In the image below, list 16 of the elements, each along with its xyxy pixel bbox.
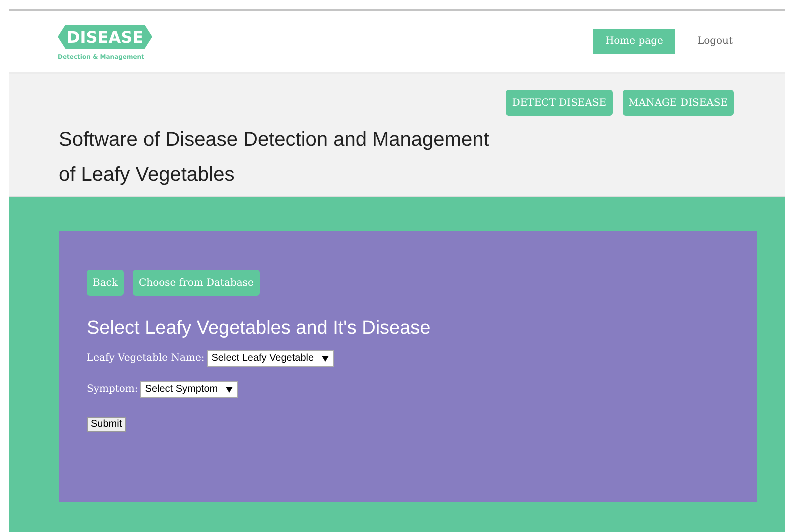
action-button[interactable]: DETECT DISEASE <box>506 90 613 116</box>
logo-badge: DISEASE <box>58 24 153 50</box>
caret-icon <box>226 386 234 392</box>
field-label: Symptom: <box>87 384 138 395</box>
form-heading: Select Leafy Vegetables and It's Disease <box>87 318 432 340</box>
nav-link[interactable]: Logout <box>685 29 745 54</box>
submit-button[interactable]: Submit <box>87 417 126 432</box>
action-button[interactable]: MANAGE DISEASE <box>622 90 734 116</box>
nav-button[interactable]: Choose from Database <box>132 270 260 296</box>
dropdown[interactable]: Select Leafy Vegetable <box>206 350 334 367</box>
dropdown[interactable]: Select Symptom <box>140 381 238 398</box>
page-title: Software of Disease Detection and Management of Leafy Vegetables <box>59 128 490 188</box>
nav-button[interactable]: Back <box>87 270 124 296</box>
caret-icon <box>322 356 330 362</box>
nav-link[interactable]: Home page <box>593 29 676 54</box>
field-label: Leafy Vegetable Name: <box>87 353 205 364</box>
